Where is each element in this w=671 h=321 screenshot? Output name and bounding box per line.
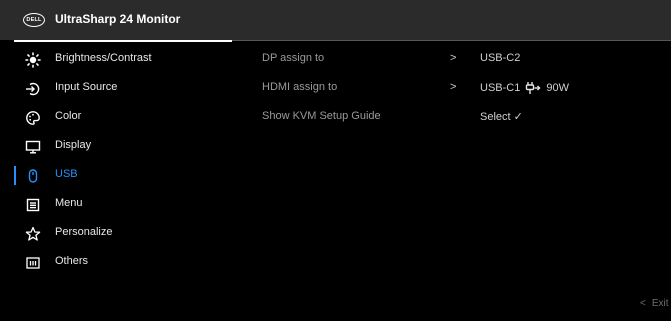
setting-value: Select ✓ [480,111,523,123]
setting-value: USB-C1 [480,82,521,94]
palette-icon [25,110,41,126]
menu-label: Input Source [55,81,118,93]
menu-item-display[interactable]: Display [0,132,240,161]
header-bar: DELL UltraSharp 24 Monitor [0,0,671,40]
chevron-right-icon: > [450,81,457,93]
power-plug-icon [525,81,541,95]
exit-button[interactable]: < Exit [640,298,669,309]
content-divider [232,40,671,41]
input-source-icon [25,81,41,97]
menu-label: Personalize [55,226,113,238]
menu-label: Brightness/Contrast [55,52,152,64]
menu-item-brightness-contrast[interactable]: Brightness/Contrast [0,45,240,74]
setting-value-group: USB-C1 90W [480,81,569,95]
mouse-icon [25,168,41,184]
menu-label: Display [55,139,92,151]
dell-logo: DELL [23,13,45,27]
menu-label: USB [55,168,78,180]
menu-item-others[interactable]: Others [0,248,240,277]
setting-label: Show KVM Setup Guide [262,110,381,122]
menu-item-input-source[interactable]: Input Source [0,74,240,103]
menu-item-usb[interactable]: USB [0,161,240,190]
monitor-title: UltraSharp 24 Monitor [55,12,181,26]
sun-icon [25,52,41,68]
info-icon [25,255,41,271]
setting-show-kvm-guide[interactable]: Show KVM Setup Guide Select ✓ [262,103,671,132]
star-icon [25,226,41,242]
chevron-left-icon: < [640,298,646,309]
exit-label: Exit [651,298,669,309]
menu-item-color[interactable]: Color [0,103,240,132]
monitor-icon [25,139,41,155]
menu-tab-underline [14,40,232,42]
menu-label: Menu [55,197,83,209]
setting-label: DP assign to [262,52,325,64]
menu-item-personalize[interactable]: Personalize [0,219,240,248]
menu-label: Color [55,110,82,122]
setting-label: HDMI assign to [262,81,338,93]
active-indicator [14,166,16,185]
setting-value: USB-C2 [480,52,521,64]
menu-item-menu[interactable]: Menu [0,190,240,219]
setting-power-value: 90W [546,82,569,94]
setting-hdmi-assign[interactable]: HDMI assign to > USB-C1 90W [262,74,671,103]
chevron-right-icon: > [450,52,457,64]
menu-icon [25,197,41,213]
setting-dp-assign[interactable]: DP assign to > USB-C2 [262,45,671,74]
menu-label: Others [55,255,89,267]
